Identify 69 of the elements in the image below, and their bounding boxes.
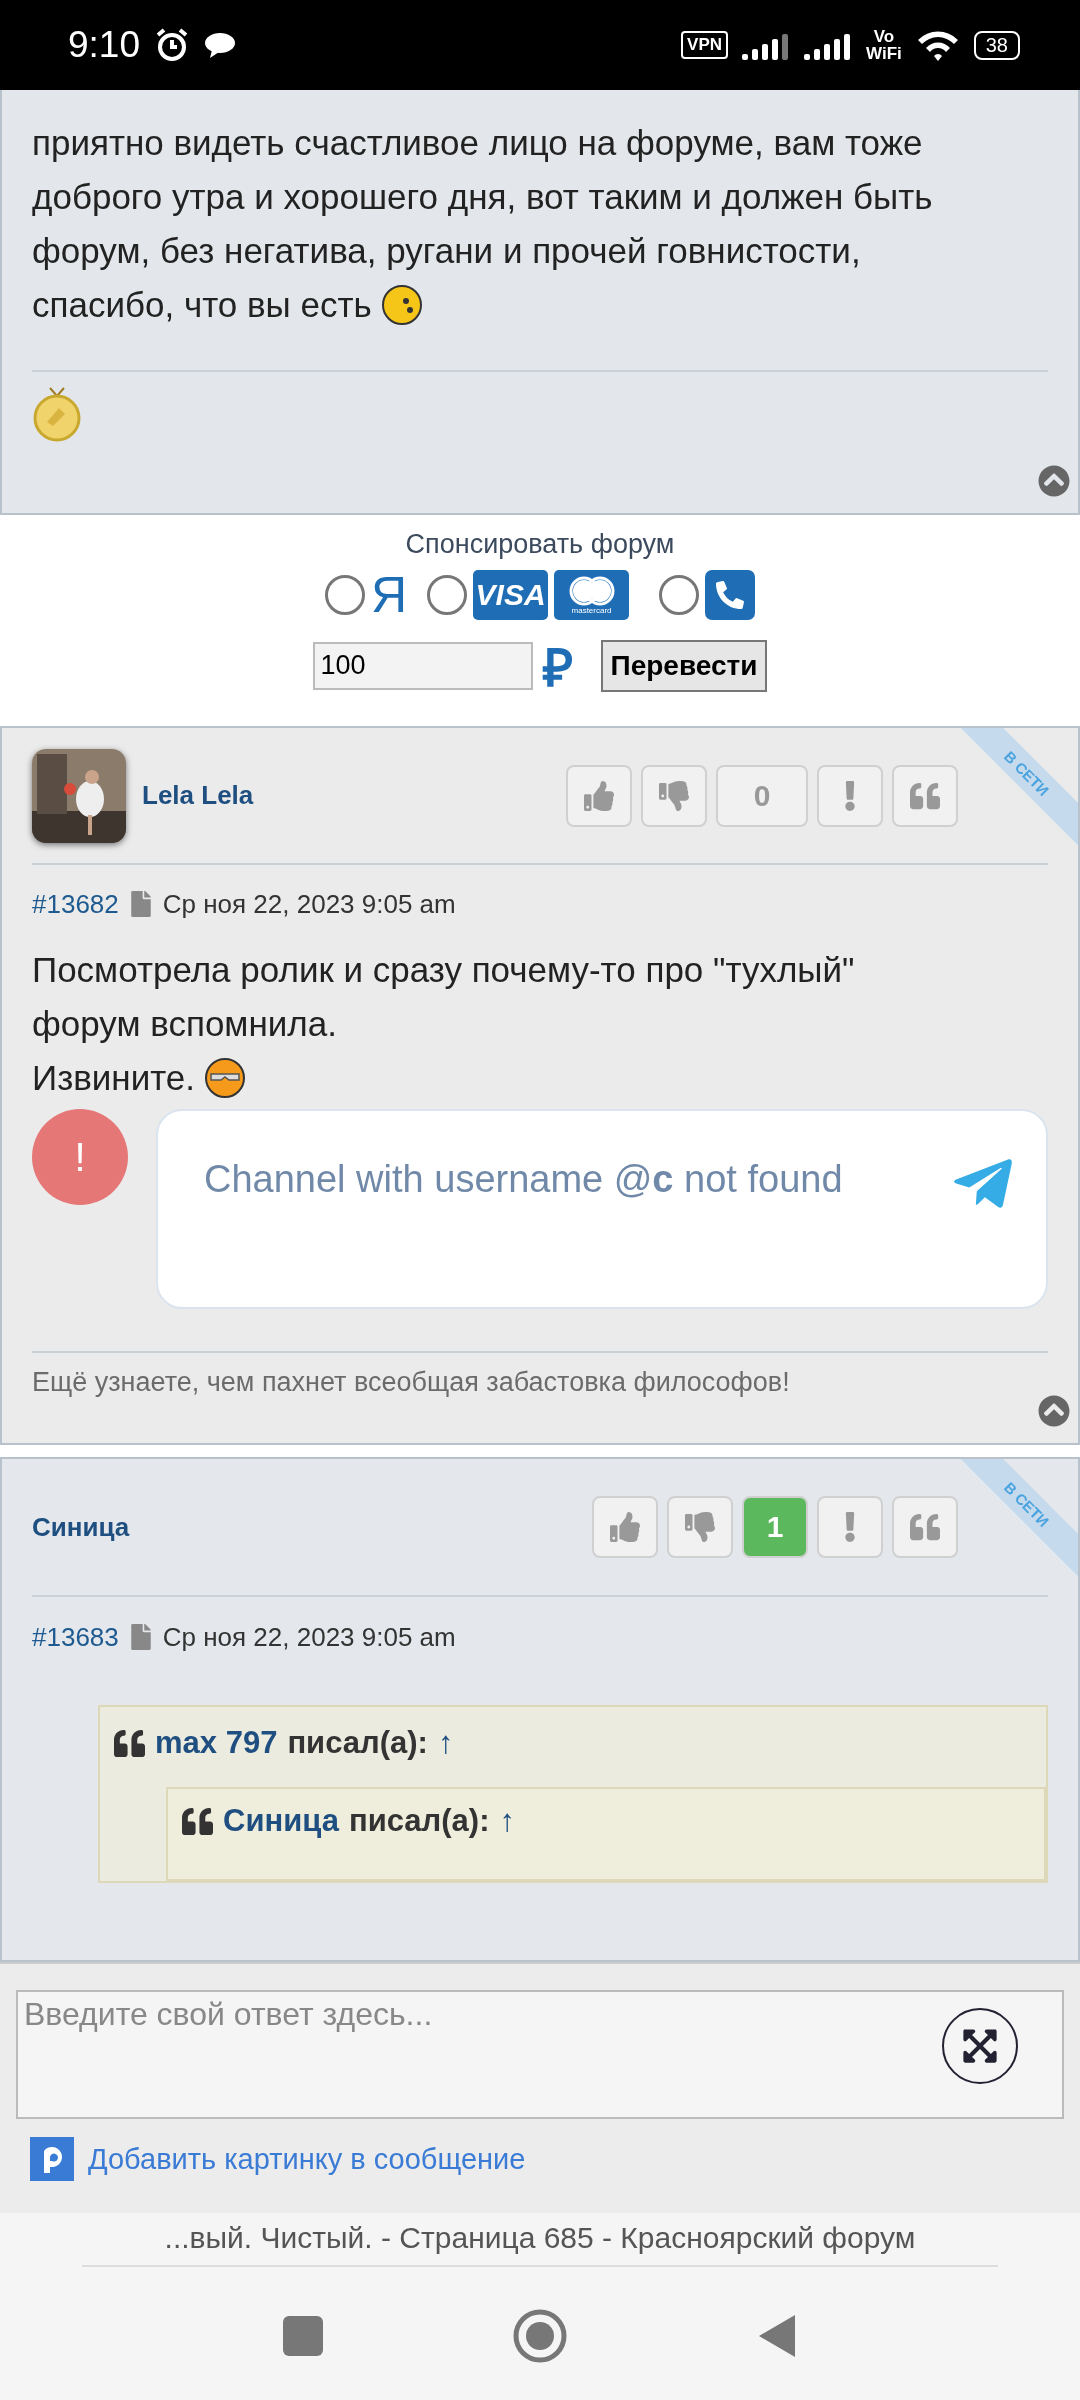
transfer-button[interactable]: Перевести <box>600 639 768 692</box>
report-button[interactable] <box>817 1496 883 1558</box>
chat-icon <box>204 31 236 59</box>
reply-field[interactable]: Введите свой ответ здесь... <box>16 1990 1064 2119</box>
phone-icon <box>705 570 756 620</box>
quote-jump-link[interactable]: ↑ <box>437 1725 454 1761</box>
like-button[interactable] <box>592 1496 658 1558</box>
quote-button[interactable] <box>892 764 958 827</box>
document-icon[interactable] <box>130 891 151 917</box>
battery-indicator: 38 <box>973 30 1020 60</box>
image-host-icon[interactable] <box>30 2137 74 2181</box>
quote-icon <box>910 1512 940 1542</box>
radio-button[interactable] <box>427 575 468 615</box>
like-button[interactable] <box>566 764 632 827</box>
thumbs-down-icon <box>659 780 689 811</box>
post-text: спасибо, что вы есть <box>32 284 372 326</box>
quote-jump-link[interactable]: ↑ <box>499 1803 515 1839</box>
radio-button[interactable] <box>659 575 700 615</box>
clock: 9:10 <box>68 24 140 66</box>
error-badge: ! <box>32 1109 128 1205</box>
quote-author[interactable]: Синица <box>223 1803 339 1839</box>
sponsor-title: Спонсировать форум <box>405 529 675 560</box>
report-button[interactable] <box>817 764 883 827</box>
author-name[interactable]: Lela Lela <box>142 780 254 811</box>
document-icon[interactable] <box>130 1624 151 1650</box>
alarm-icon <box>154 27 190 63</box>
vowifi-indicator: Vo WiFi <box>866 28 902 62</box>
recents-button[interactable] <box>283 2316 323 2356</box>
thumbs-up-icon <box>584 780 614 811</box>
signature-text: Ещё узнаете, чем пахнет всеобщая забастовка философов! <box>32 1367 790 1397</box>
post-text: доброго утра и хорошего дня, вот таким и должен быть <box>32 176 933 218</box>
author-name[interactable]: Синица <box>32 1511 130 1543</box>
dislike-button[interactable] <box>667 1496 733 1558</box>
thumbs-down-icon <box>685 1512 715 1542</box>
dislike-button[interactable] <box>641 764 707 827</box>
medal-icon <box>32 386 82 442</box>
radio-button[interactable] <box>324 575 365 615</box>
post-number-link[interactable]: #13682 <box>32 888 119 920</box>
home-button[interactable] <box>513 2309 567 2363</box>
post-text: приятно видеть счастливое лицо на форуме, вам тоже <box>32 122 923 164</box>
post-date: Ср ноя 22, 2023 9:05 am <box>162 888 456 920</box>
mastercard-logo: mastercard <box>554 570 630 620</box>
ruble-sign: ₽ <box>542 638 573 699</box>
post-number-link[interactable]: #13683 <box>32 1621 119 1653</box>
back-button[interactable] <box>757 2313 797 2359</box>
post-date: Ср ноя 22, 2023 9:05 am <box>162 1621 456 1653</box>
visa-logo: VISA <box>473 570 549 620</box>
quote-label: писал(а): <box>348 1803 490 1839</box>
vpn-indicator: VPN <box>681 31 728 59</box>
expand-button[interactable] <box>942 2008 1018 2084</box>
quote-button[interactable] <box>892 1496 958 1558</box>
page-title: ...вый. Чистый. - Страница 685 - Красноярский форум <box>164 2220 916 2256</box>
quote-icon <box>910 780 940 811</box>
yandex-logo: Я <box>370 570 408 620</box>
scroll-up-icon[interactable] <box>1038 465 1070 497</box>
post-text: форум, без негатива, ругани и прочей говнистости, <box>32 230 861 272</box>
add-image-link[interactable]: Добавить картинку в сообщение <box>88 2142 526 2176</box>
amount-field[interactable]: 100 <box>312 641 533 690</box>
post-text: Посмотрела ролик и сразу почему-то про "тухлый" <box>32 949 855 991</box>
quote-icon <box>114 1727 145 1759</box>
expand-icon <box>961 2027 999 2065</box>
widget-message: Channel with username @c not found <box>204 1157 844 1202</box>
quote-label: писал(а): <box>287 1725 428 1761</box>
post-text: форум вспомнила. <box>32 1003 337 1045</box>
scroll-up-icon[interactable] <box>1038 1395 1070 1427</box>
thumbs-up-icon <box>610 1512 640 1542</box>
quote-icon <box>182 1805 213 1837</box>
quote-author[interactable]: max 797 <box>155 1725 278 1761</box>
post-text: Извините. <box>32 1057 196 1099</box>
